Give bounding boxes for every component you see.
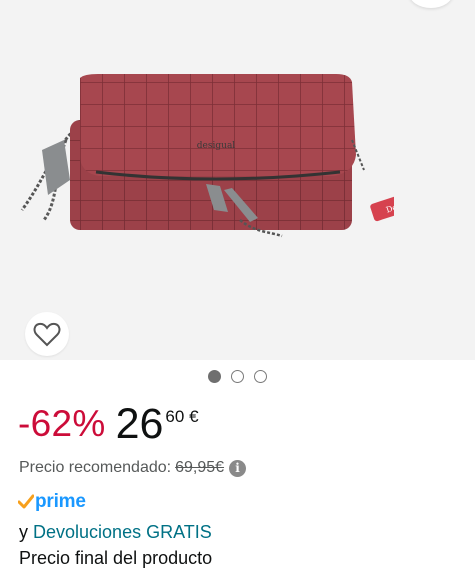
product-image-gallery[interactable]: desigual Desigual [0,0,475,360]
carousel-dot-2[interactable] [231,370,244,383]
flap-logo: desigual [197,141,236,151]
prime-label: prime [35,491,86,512]
list-price-label: Precio recomendado: [19,459,172,476]
product-image: desigual Desigual [20,74,394,238]
free-returns-link[interactable]: Devoluciones GRATIS [33,522,212,542]
price-block: -62% 26 60 € [18,400,199,454]
price-fraction: 60 € [165,406,198,428]
list-price: Precio recomendado: 69,95€ i [19,459,247,477]
image-carousel-indicator[interactable] [0,370,475,383]
free-returns: y Devoluciones GRATIS [19,522,212,543]
discount-percentage: -62% [18,403,106,444]
carousel-dot-1[interactable] [208,370,221,383]
price-cents: 60 [165,407,185,426]
info-icon[interactable]: i [229,459,247,477]
final-price-note: Precio final del producto [19,548,213,568]
wishlist-heart-button[interactable] [25,312,69,356]
prime-badge: prime [18,490,86,514]
carousel-dot-3[interactable] [254,370,267,383]
price-whole: 26 [115,400,164,448]
list-price-value: 69,95€ [175,459,225,476]
prime-check-icon [18,494,34,509]
share-button[interactable] [409,0,453,8]
price-currency: € [189,407,199,426]
returns-prefix: y [19,522,28,542]
heart-icon [33,322,61,347]
